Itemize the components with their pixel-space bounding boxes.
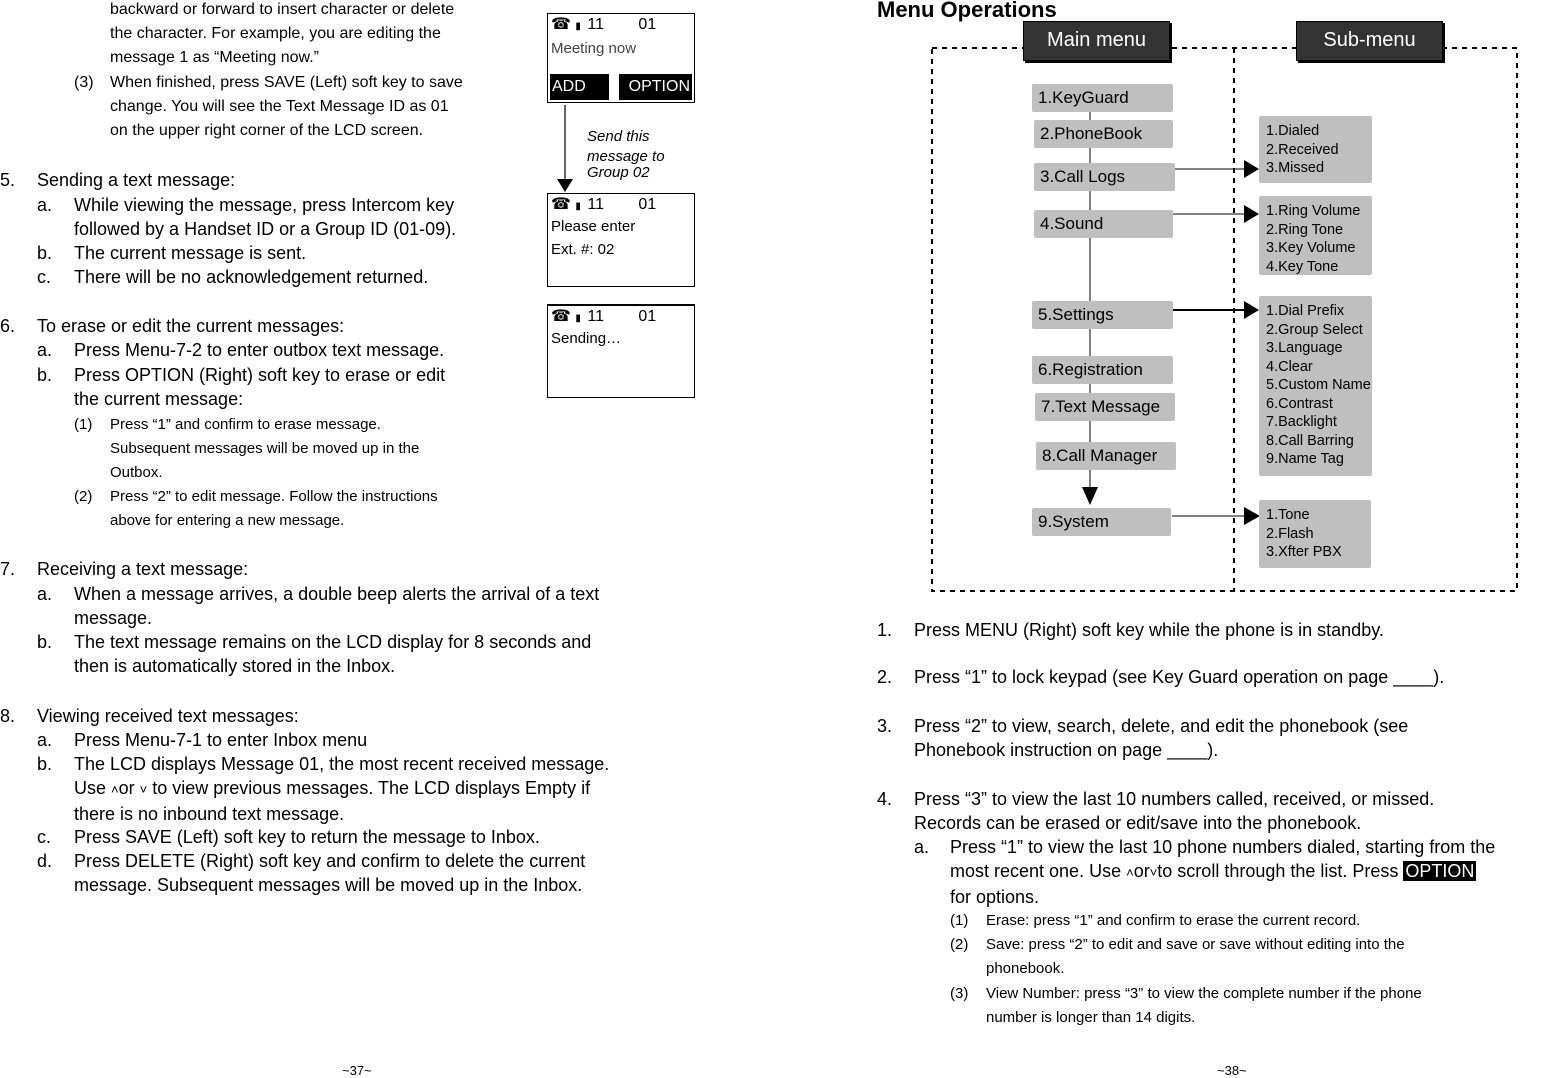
text-line: for options.: [950, 887, 1040, 907]
submenu-item[interactable]: 5.Custom Name: [1266, 376, 1372, 395]
submenu-item[interactable]: 9.Name Tag: [1266, 450, 1372, 469]
text-line: message.: [74, 608, 153, 628]
submenu-item[interactable]: 2.Flash: [1266, 525, 1371, 544]
text-line: Press “1” to view the last 10 phone numb…: [950, 837, 1496, 857]
menu-item-system[interactable]: 9.System: [1032, 508, 1171, 536]
page-number: ~38~: [1217, 1063, 1247, 1078]
option-key-label: OPTION: [1403, 861, 1477, 881]
item-text: The LCD displays Message 01, the most re…: [74, 752, 609, 826]
submenu-item[interactable]: 1.Ring Volume: [1266, 202, 1372, 221]
subitem-label: (1): [950, 912, 969, 929]
submenu-item[interactable]: 2.Ring Tone: [1266, 221, 1372, 240]
arrow-down-icon: [1082, 487, 1098, 505]
text-fragment: or: [118, 778, 140, 798]
item-label: c.: [37, 827, 52, 847]
submenu-item[interactable]: 1.Tone: [1266, 506, 1371, 525]
submenu-system: 1.Tone 2.Flash 3.Xfter PBX: [1259, 500, 1371, 568]
text-fragment: to view previous messages. The LCD displ…: [147, 778, 591, 798]
submenu-call-logs: 1.Dialed 2.Received 3.Missed: [1259, 116, 1372, 183]
item-text: Press Menu-7-1 to enter Inbox menu: [74, 730, 368, 750]
menu-item-sound[interactable]: 4.Sound: [1034, 210, 1173, 238]
item-text: Press “1” to view the last 10 phone numb…: [950, 835, 1495, 909]
submenu-item[interactable]: 4.Key Tone: [1266, 258, 1372, 277]
arrow-up-icon: ˄: [111, 782, 119, 797]
menu-item-keyguard[interactable]: 1.KeyGuard: [1032, 84, 1173, 112]
submenu-item[interactable]: 7.Backlight: [1266, 413, 1372, 432]
step-text: Press “2” to view, search, delete, and e…: [914, 714, 1408, 762]
item-label: d.: [37, 851, 53, 871]
submenu-item[interactable]: 1.Dialed: [1266, 122, 1372, 141]
text-line: Press DELETE (Right) soft key and confir…: [74, 851, 586, 871]
text-line: number is longer than 14 digits.: [986, 1009, 1196, 1026]
text-line: Phonebook instruction on page ____).: [914, 740, 1219, 760]
step-text: Press “3” to view the last 10 numbers ca…: [914, 787, 1434, 835]
item-text: Press DELETE (Right) soft key and confir…: [74, 849, 585, 897]
text-fragment: or: [1133, 861, 1150, 881]
step-number: 1.: [877, 620, 893, 640]
text-line: The text message remains on the LCD disp…: [74, 632, 592, 652]
item-label: a.: [914, 837, 930, 857]
page-number: ~37~: [342, 1063, 372, 1078]
step-number: 3.: [877, 716, 893, 736]
text-fragment: most recent one. Use: [950, 861, 1127, 881]
step-number: 4.: [877, 789, 893, 809]
text-line: Use ˄or ˅ to view previous messages. The…: [74, 776, 609, 802]
item-text: Press SAVE (Left) soft key to return the…: [74, 827, 540, 847]
arrow-up-icon: ˄: [1126, 865, 1134, 880]
menu-item-registration[interactable]: 6.Registration: [1032, 356, 1173, 384]
menu-item-settings[interactable]: 5.Settings: [1032, 301, 1173, 329]
subitem-text: Erase: press “1” and confirm to erase th…: [986, 912, 1361, 929]
subitem-text: Save: press “2” to edit and save or save…: [986, 933, 1405, 981]
submenu-item[interactable]: 3.Key Volume: [1266, 239, 1372, 258]
submenu-item[interactable]: 3.Xfter PBX: [1266, 543, 1371, 562]
text-line: Records can be erased or edit/save into …: [914, 813, 1362, 833]
subitem-label: (2): [950, 936, 969, 953]
item-text: The text message remains on the LCD disp…: [74, 630, 591, 678]
section-title: Viewing received text messages:: [37, 706, 299, 726]
item-label: a.: [37, 730, 53, 750]
submenu-item[interactable]: 3.Missed: [1266, 159, 1372, 178]
text-line: Press “2” to view, search, delete, and e…: [914, 716, 1409, 736]
main-menu-header: Main menu: [1023, 21, 1170, 61]
menu-item-call-manager[interactable]: 8.Call Manager: [1036, 442, 1176, 470]
text-line: The LCD displays Message 01, the most re…: [74, 754, 610, 774]
text-line: most recent one. Use ˄or˅to scroll throu…: [950, 859, 1495, 885]
text-fragment: to scroll through the list. Press: [1157, 861, 1404, 881]
item-label: b.: [37, 632, 53, 652]
text-line: Press “3” to view the last 10 numbers ca…: [914, 789, 1435, 809]
section-number: 8.: [0, 706, 16, 726]
step-text: Press MENU (Right) soft key while the ph…: [914, 620, 1384, 640]
menu-item-text-message[interactable]: 7.Text Message: [1035, 393, 1175, 421]
submenu-item[interactable]: 2.Group Select: [1266, 321, 1372, 340]
item-label: b.: [37, 754, 53, 774]
submenu-item[interactable]: 2.Received: [1266, 141, 1372, 160]
submenu-item[interactable]: 4.Clear: [1266, 358, 1372, 377]
menu-item-phonebook[interactable]: 2.PhoneBook: [1034, 120, 1173, 148]
submenu-item[interactable]: 8.Call Barring: [1266, 432, 1372, 451]
text-line: message. Subsequent messages will be mov…: [74, 875, 583, 895]
text-line: Save: press “2” to edit and save or save…: [986, 936, 1405, 953]
submenu-sound: 1.Ring Volume 2.Ring Tone 3.Key Volume 4…: [1259, 196, 1372, 275]
text-line: View Number: press “3” to view the compl…: [986, 985, 1422, 1002]
submenu-item[interactable]: 6.Contrast: [1266, 395, 1372, 414]
step-number: 2.: [877, 667, 893, 687]
step-text: Press “1” to lock keypad (see Key Guard …: [914, 667, 1445, 687]
text-line: there is no inbound text message.: [74, 804, 345, 824]
submenu-item[interactable]: 1.Dial Prefix: [1266, 302, 1372, 321]
submenu-item[interactable]: 3.Language: [1266, 339, 1372, 358]
submenu-settings: 1.Dial Prefix 2.Group Select 3.Language …: [1259, 296, 1372, 476]
text-line: phonebook.: [986, 960, 1065, 977]
sub-menu-header: Sub-menu: [1296, 21, 1443, 61]
subitem-label: (3): [950, 985, 969, 1002]
text-fragment: Use: [74, 778, 112, 798]
subitem-text: View Number: press “3” to view the compl…: [986, 982, 1422, 1030]
menu-item-call-logs[interactable]: 3.Call Logs: [1034, 163, 1175, 191]
text-line: then is automatically stored in the Inbo…: [74, 656, 396, 676]
